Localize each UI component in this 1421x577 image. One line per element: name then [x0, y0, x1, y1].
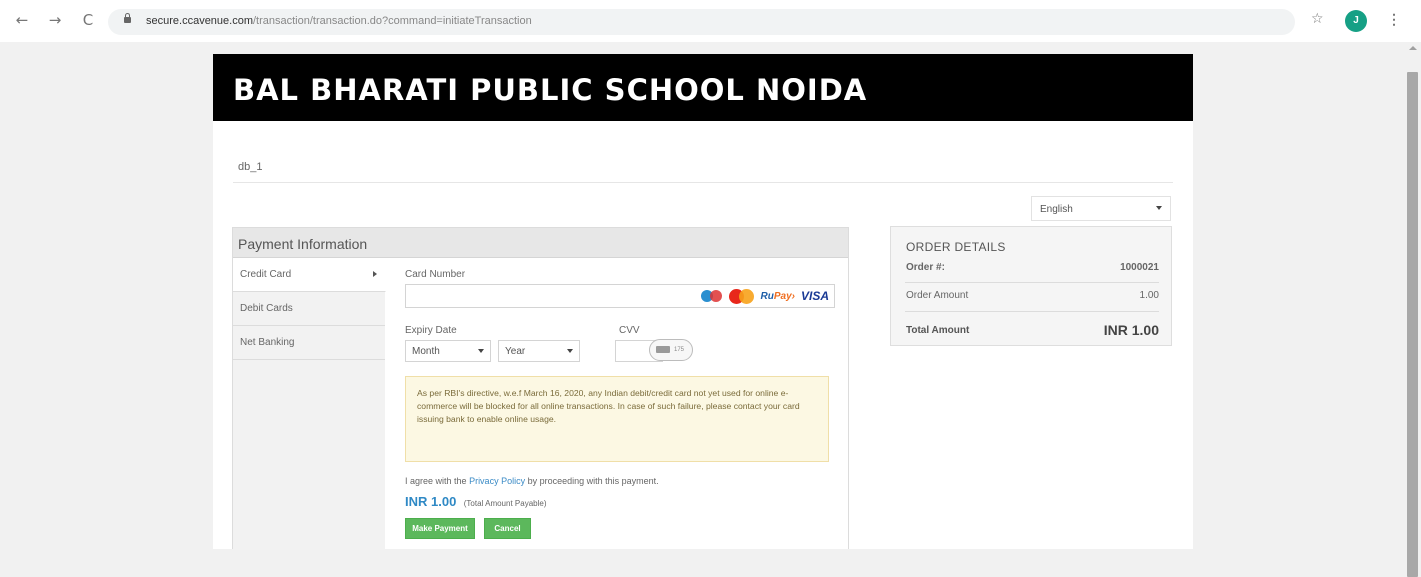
chevron-down-icon	[1156, 206, 1162, 210]
lock-icon[interactable]	[124, 13, 131, 23]
forward-arrow-icon[interactable]: →	[47, 12, 63, 28]
make-payment-button[interactable]: Make Payment	[405, 518, 475, 539]
chevron-right-icon	[373, 271, 377, 277]
total-amount-row: Total Amount INR 1.00	[906, 322, 1159, 338]
agree-suffix: by proceeding with this payment.	[527, 476, 659, 486]
mastercard-logo-icon	[728, 288, 755, 304]
url-text[interactable]: secure.ccavenue.com/transaction/transact…	[146, 15, 532, 27]
back-arrow-icon[interactable]: ←	[14, 12, 30, 28]
url-host: secure.ccavenue.com	[146, 15, 253, 27]
reload-icon[interactable]: C	[80, 12, 96, 28]
privacy-policy-link[interactable]: Privacy Policy	[469, 476, 525, 486]
order-amount-value: 1.00	[1139, 290, 1159, 301]
divider	[233, 182, 1173, 183]
payment-panel-title: Payment Information	[238, 236, 368, 252]
amount-note: (Total Amount Payable)	[463, 499, 547, 508]
tab-label: Debit Cards	[240, 303, 293, 314]
terms-agreement: I agree with the Privacy Policy by proce…	[405, 476, 659, 486]
divider	[905, 311, 1159, 312]
total-amount-value: INR 1.00	[1103, 322, 1159, 338]
bookmark-star-icon[interactable]: ☆	[1311, 11, 1324, 27]
credit-card-form: Card Number RuPay› VISA Expiry Date CVV	[386, 258, 848, 550]
order-number-label: Order #:	[906, 262, 945, 273]
payment-method-tabs: Credit Card Debit Cards Net Banking	[233, 258, 386, 550]
order-amount-label: Order Amount	[906, 290, 969, 301]
order-amount-row: Order Amount 1.00	[906, 290, 1159, 301]
order-details-title: ORDER DETAILS	[906, 240, 1006, 254]
scroll-up-arrow-icon[interactable]	[1409, 46, 1417, 50]
language-selected: English	[1040, 204, 1073, 215]
browser-menu-icon[interactable]: ⋮	[1387, 11, 1401, 28]
rbi-notice: As per RBI's directive, w.e.f March 16, …	[405, 376, 829, 462]
tab-label: Credit Card	[240, 269, 292, 280]
expiry-date-label: Expiry Date	[405, 325, 457, 336]
amount-payable: INR 1.00 (Total Amount Payable)	[405, 493, 546, 511]
total-amount-label: Total Amount	[906, 325, 970, 336]
page-scrollbar[interactable]	[1404, 42, 1421, 577]
agree-prefix: I agree with the	[405, 476, 467, 486]
chevron-down-icon	[478, 349, 484, 353]
cvv-card-icon: 175	[649, 339, 693, 361]
payment-page: BAL BHARATI PUBLIC SCHOOL NOIDA db_1 Eng…	[213, 54, 1193, 550]
cancel-button[interactable]: Cancel	[484, 518, 531, 539]
tab-debit-cards[interactable]: Debit Cards	[233, 292, 385, 326]
payment-information-panel: Payment Information Credit Card Debit Ca…	[232, 227, 849, 550]
tab-net-banking[interactable]: Net Banking	[233, 326, 385, 360]
expiry-month-select[interactable]: Month	[405, 340, 491, 362]
card-number-input[interactable]: RuPay› VISA	[405, 284, 835, 308]
divider	[905, 282, 1159, 283]
merchant-id: db_1	[238, 161, 263, 173]
order-number-value: 1000021	[1120, 262, 1159, 273]
order-details-box: ORDER DETAILS Order #: 1000021 Order Amo…	[890, 226, 1172, 346]
visa-logo-icon: VISA	[800, 289, 829, 303]
order-number-row: Order #: 1000021	[906, 262, 1159, 273]
browser-toolbar: ← → C secure.ccavenue.com/transaction/tr…	[0, 0, 1421, 42]
address-bar[interactable]: secure.ccavenue.com/transaction/transact…	[108, 9, 1295, 35]
card-number-label: Card Number	[405, 269, 466, 280]
chevron-down-icon	[567, 349, 573, 353]
tab-credit-card[interactable]: Credit Card	[233, 258, 386, 292]
rupay-logo-icon: RuPay›	[760, 290, 795, 302]
school-banner: BAL BHARATI PUBLIC SCHOOL NOIDA	[213, 54, 1193, 121]
amount-value: INR 1.00	[405, 494, 457, 509]
month-value: Month	[412, 346, 440, 357]
profile-avatar[interactable]: J	[1345, 10, 1367, 32]
maestro-logo-icon	[700, 290, 723, 302]
scrollbar-thumb[interactable]	[1407, 72, 1418, 577]
tab-label: Net Banking	[240, 337, 295, 348]
card-logos: RuPay› VISA	[700, 286, 829, 306]
year-value: Year	[505, 346, 526, 357]
page-title: BAL BHARATI PUBLIC SCHOOL NOIDA	[233, 73, 868, 107]
tabs-filler	[233, 360, 385, 550]
cvv-label: CVV	[619, 325, 640, 336]
language-select[interactable]: English	[1031, 196, 1171, 221]
expiry-year-select[interactable]: Year	[498, 340, 580, 362]
payment-panel-header: Payment Information	[233, 228, 848, 258]
url-path: /transaction/transaction.do?command=init…	[253, 15, 532, 27]
